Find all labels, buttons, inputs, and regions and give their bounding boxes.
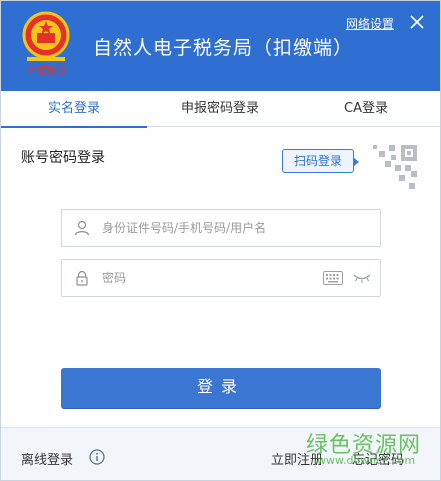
tab-ca-login[interactable]: CA登录 [293, 91, 439, 127]
password-field[interactable] [61, 259, 381, 297]
info-icon[interactable] [89, 449, 105, 465]
eye-closed-icon[interactable] [353, 272, 371, 284]
login-button[interactable]: 登录 [61, 368, 381, 408]
login-heading: 账号密码登录 [21, 150, 105, 166]
watermark-url: www.downcc.com [317, 454, 416, 467]
app-title: 自然人电子税务局（扣缴端） [93, 37, 354, 59]
offline-login-link[interactable]: 离线登录 [21, 449, 73, 468]
user-icon [74, 220, 90, 236]
id-field[interactable] [61, 209, 381, 247]
qr-code-icon[interactable] [365, 139, 423, 197]
tax-emblem-icon: 中国税务 [22, 11, 70, 77]
emblem-caption: 中国税务 [26, 65, 67, 77]
network-settings-link[interactable]: 网络设置 [346, 15, 394, 32]
tab-declaration-password-login[interactable]: 申报密码登录 [147, 91, 293, 127]
login-window: 中国税务 自然人电子税务局（扣缴端） 网络设置 实名登录 申报密码登录 CA登录… [0, 0, 441, 481]
scan-login-button[interactable]: 扫码登录 [282, 149, 359, 173]
lock-icon [76, 270, 88, 286]
password-input[interactable] [102, 268, 322, 288]
login-tabs: 实名登录 申报密码登录 CA登录 [1, 91, 440, 128]
id-input[interactable] [102, 218, 322, 238]
tab-real-name-login[interactable]: 实名登录 [1, 91, 147, 128]
close-icon[interactable] [406, 11, 428, 33]
keyboard-icon[interactable] [323, 271, 343, 285]
app-header: 中国税务 自然人电子税务局（扣缴端） 网络设置 [1, 1, 440, 91]
